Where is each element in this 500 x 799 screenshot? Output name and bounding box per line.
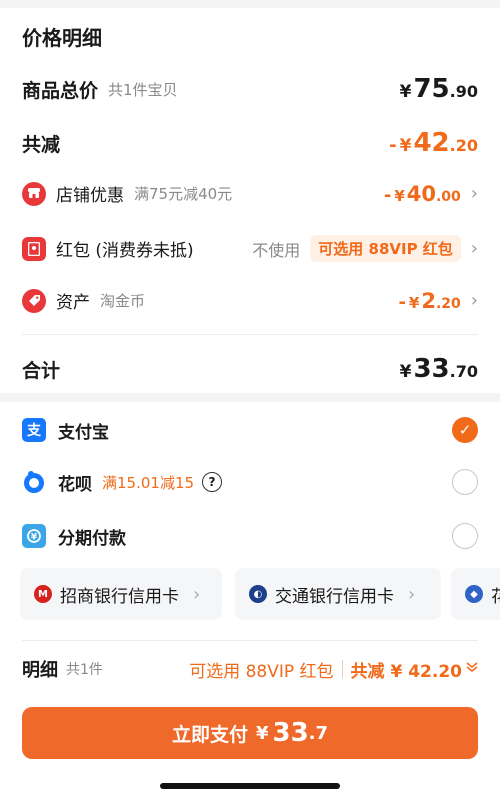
- sum-row: 合计 ¥33.70: [22, 354, 478, 384]
- sum-amount: ¥33.70: [399, 354, 478, 384]
- red-packet-label: 红包 (消费券未抵): [56, 241, 194, 261]
- vip-red-packet-chip[interactable]: 可选用 88VIP 红包: [310, 235, 461, 262]
- chevron-double-down-icon[interactable]: [466, 661, 478, 677]
- assets-amount: - ¥2.20: [398, 288, 461, 313]
- sum-label: 合计: [22, 359, 61, 382]
- order-detail-row[interactable]: 明细 共1件 可选用 88VIP 红包 共减 ¥ 42.20: [22, 656, 478, 682]
- store-discount-amount: - ¥40.00: [383, 181, 461, 206]
- chevron-right-icon: ›: [408, 583, 416, 605]
- chevron-right-icon: ›: [470, 290, 478, 311]
- help-icon[interactable]: ?: [202, 472, 223, 492]
- detail-vip-red-packet[interactable]: 可选用 88VIP 红包: [189, 657, 333, 682]
- radio-unchecked[interactable]: [452, 523, 478, 549]
- total-reduction-label: 共减: [22, 133, 61, 156]
- payment-method-label: 花呗: [58, 474, 92, 495]
- payment-method-installment[interactable]: ¥ 分期付款: [22, 523, 478, 549]
- payment-method-label: 分期付款: [58, 528, 126, 549]
- total-price-amount: ¥75.90: [399, 74, 478, 104]
- chevron-right-icon: ›: [193, 583, 201, 605]
- divider: [341, 660, 343, 678]
- store-discount-row[interactable]: 店铺优惠 满75元减40元 - ¥40.00 ›: [22, 181, 478, 206]
- bank-icon: ◆: [465, 585, 483, 603]
- coin-tag-icon: [22, 288, 46, 313]
- radio-checked[interactable]: ✓: [452, 417, 478, 443]
- payment-method-huabei[interactable]: 花呗 满15.01减15 ?: [22, 469, 478, 495]
- section-title: 价格明细: [22, 26, 102, 50]
- total-reduction-amount: - ¥42.20: [389, 128, 478, 158]
- red-packet-icon: [22, 236, 46, 261]
- bank-card-cmb[interactable]: M 招商银行信用卡 ›: [20, 568, 222, 620]
- bank-card-label: 招商银行信用卡: [60, 586, 179, 607]
- radio-unchecked[interactable]: [452, 469, 478, 495]
- total-price-row: 商品总价 共1件宝贝 ¥75.90: [22, 74, 478, 104]
- payment-method-label: 支付宝: [58, 422, 109, 443]
- item-count: 共1件宝贝: [108, 80, 178, 99]
- installment-icon: ¥: [22, 524, 46, 548]
- svg-text:¥: ¥: [31, 533, 38, 543]
- bank-card-label: 交通银行信用卡: [275, 586, 394, 607]
- price-detail-card: 价格明细 商品总价 共1件宝贝 ¥75.90 共减 - ¥42.20 店铺优惠 满…: [0, 8, 500, 393]
- huabei-icon: [22, 470, 46, 494]
- detail-total-saving: 共减 ¥ 42.20: [350, 661, 462, 682]
- bank-card-bocom[interactable]: ◐ 交通银行信用卡 ›: [235, 568, 441, 620]
- bank-card-partial[interactable]: ◆ 花: [451, 568, 500, 620]
- store-icon: [22, 181, 46, 206]
- assets-label: 资产: [56, 293, 90, 313]
- detail-count: 共1件: [66, 662, 103, 678]
- home-indicator: [160, 783, 340, 789]
- store-discount-rule: 满75元减40元: [134, 185, 233, 203]
- pay-now-button[interactable]: 立即支付 ¥33.7: [22, 707, 478, 759]
- detail-title: 明细: [22, 660, 58, 681]
- total-price-label: 商品总价: [22, 79, 99, 102]
- payment-card: 支 支付宝 ✓ 花呗 满15.01减15 ? ¥ 分期付款 M 招商银行信用卡 …: [0, 402, 500, 799]
- bank-card-label: 花: [491, 586, 500, 607]
- alipay-icon: 支: [22, 418, 46, 442]
- total-reduction-row: 共减 - ¥42.20: [22, 128, 478, 158]
- store-discount-label: 店铺优惠: [56, 186, 124, 206]
- huabei-promo: 满15.01减15: [102, 473, 195, 492]
- bocom-icon: ◐: [249, 585, 267, 603]
- assets-row[interactable]: 资产 淘金币 - ¥2.20 ›: [22, 288, 478, 313]
- red-packet-status: 不使用: [252, 240, 301, 260]
- bank-card-carousel[interactable]: M 招商银行信用卡 › ◐ 交通银行信用卡 › ◆ 花: [20, 568, 500, 620]
- divider: [22, 640, 478, 641]
- chevron-right-icon: ›: [470, 183, 478, 204]
- red-packet-row[interactable]: 红包 (消费券未抵) 不使用 可选用 88VIP 红包 ›: [22, 235, 478, 262]
- cmb-icon: M: [34, 585, 52, 603]
- payment-method-alipay[interactable]: 支 支付宝 ✓: [22, 417, 478, 443]
- divider: [22, 334, 478, 335]
- assets-type: 淘金币: [100, 292, 146, 310]
- chevron-right-icon: ›: [470, 238, 478, 259]
